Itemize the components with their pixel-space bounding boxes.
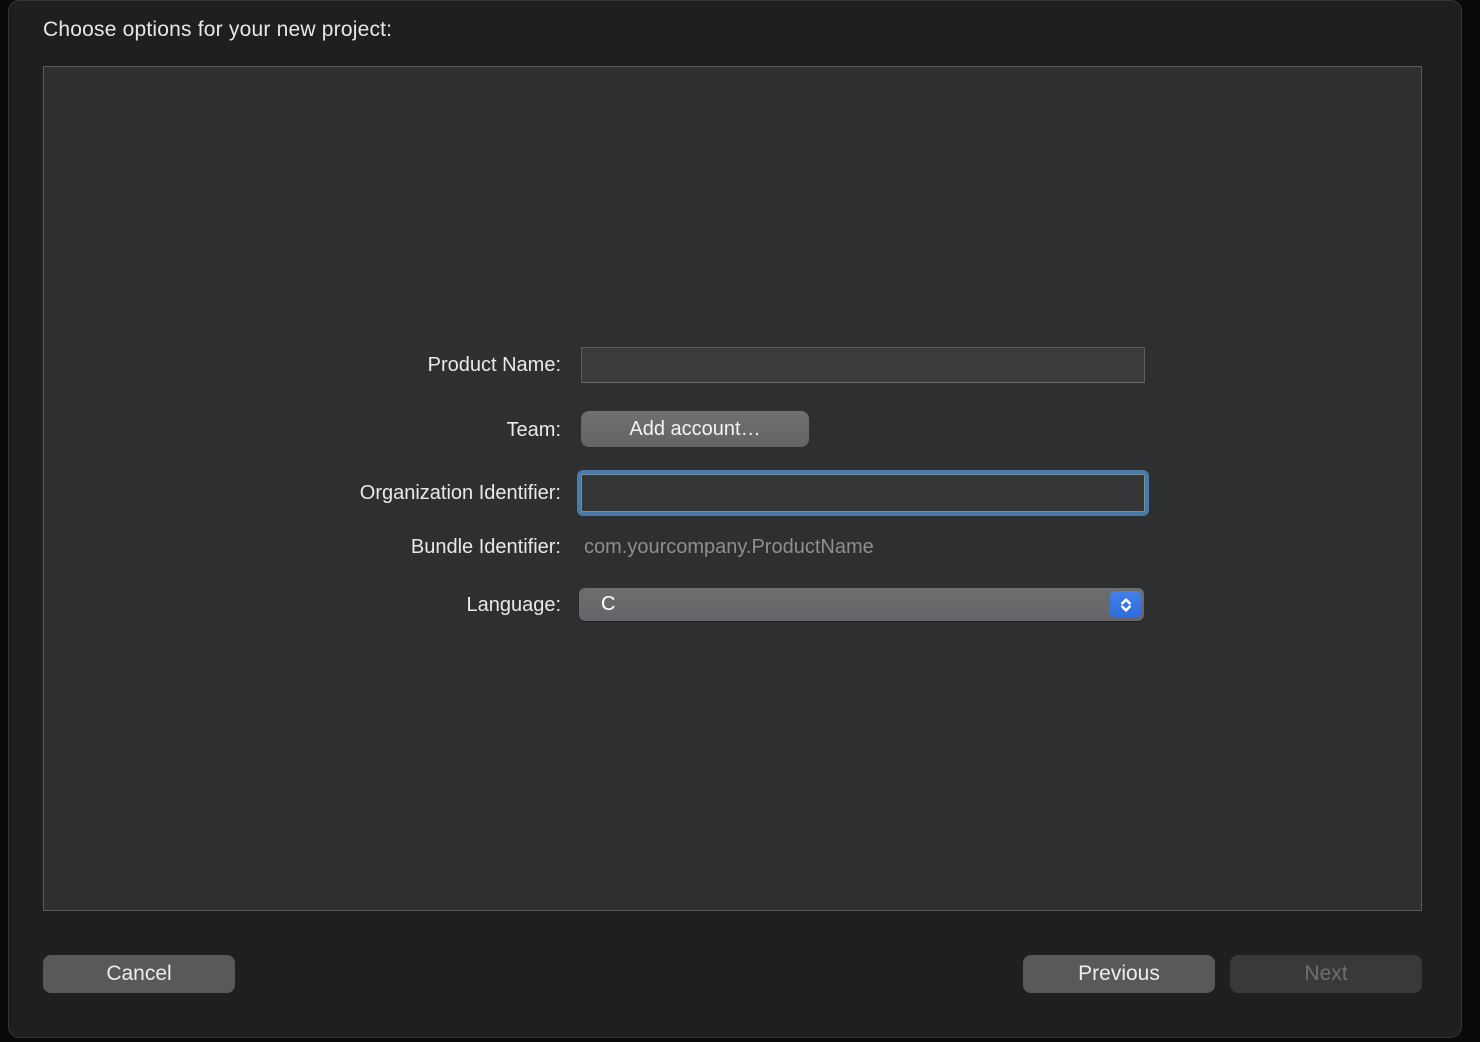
next-button[interactable]: Next <box>1230 955 1422 993</box>
organization-identifier-input[interactable] <box>581 474 1145 512</box>
cancel-button[interactable]: Cancel <box>43 955 235 993</box>
bundle-identifier-label: Bundle Identifier: <box>201 535 561 560</box>
language-selected-value: C <box>601 592 615 617</box>
organization-identifier-focus-ring <box>577 470 1149 516</box>
page-title: Choose options for your new project: <box>43 15 392 45</box>
product-name-label: Product Name: <box>201 353 561 378</box>
organization-identifier-label: Organization Identifier: <box>201 481 561 506</box>
product-name-input[interactable] <box>581 347 1145 383</box>
screen-background: Choose options for your new project: Pro… <box>0 0 1480 1042</box>
language-label: Language: <box>201 593 561 618</box>
previous-button[interactable]: Previous <box>1023 955 1215 993</box>
new-project-options-sheet: Choose options for your new project: Pro… <box>8 0 1462 1038</box>
add-account-button[interactable]: Add account… <box>581 411 809 447</box>
up-down-chevrons-icon <box>1110 591 1141 618</box>
language-popup[interactable]: C <box>579 588 1144 621</box>
team-label: Team: <box>201 418 561 443</box>
bundle-identifier-value: com.yourcompany.ProductName <box>584 535 874 560</box>
